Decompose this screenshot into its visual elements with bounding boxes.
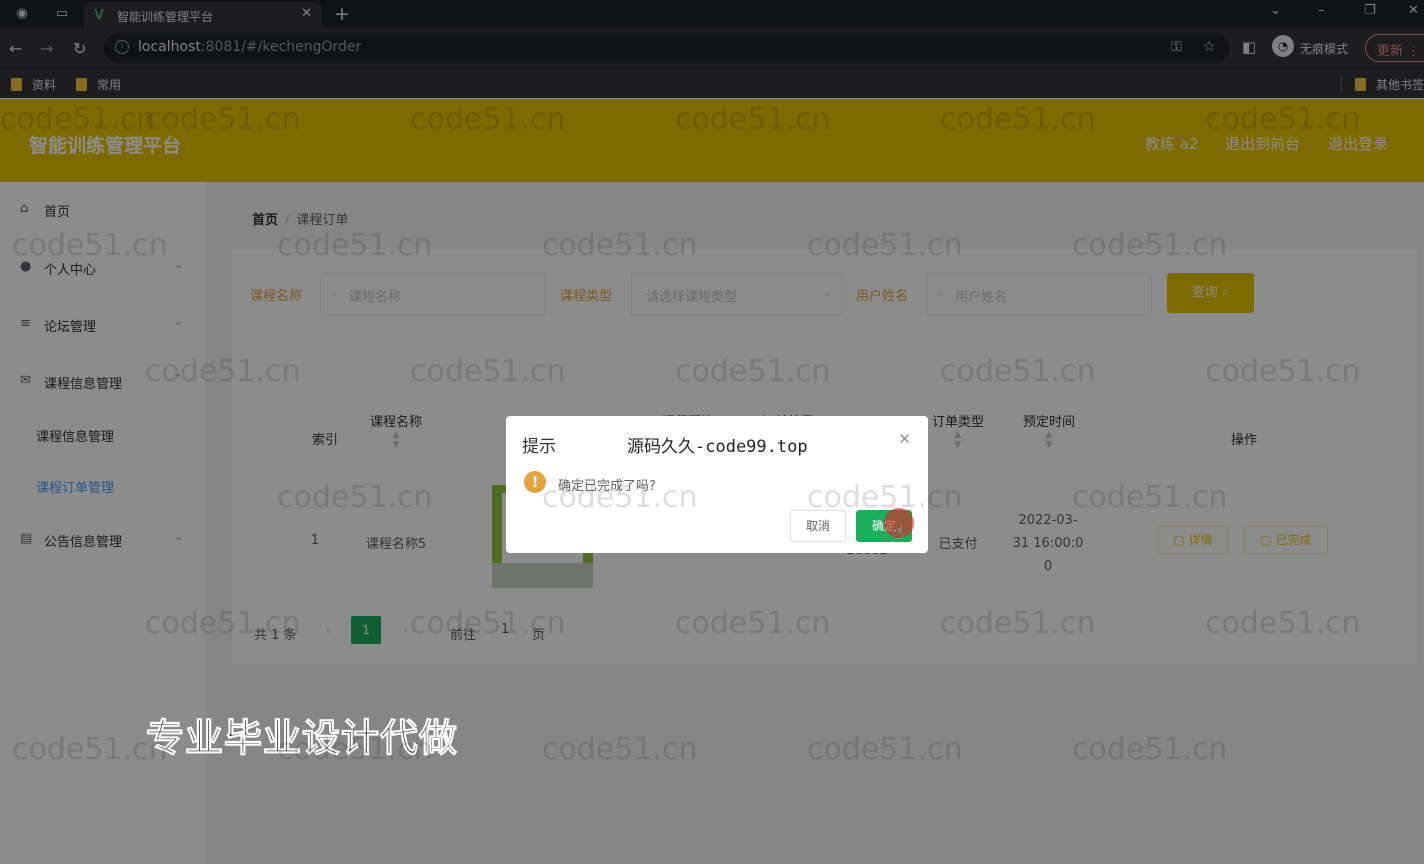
- source-tag-overlay: 源码久久-code99.top: [627, 437, 808, 457]
- dialog-message: 确定已完成了吗?: [558, 479, 656, 494]
- close-icon[interactable]: ✕: [898, 430, 911, 448]
- warning-icon: !: [524, 471, 546, 493]
- dialog-title: 提示: [522, 437, 556, 457]
- tagline-overlay: 专业毕业设计代做: [145, 716, 459, 761]
- hand-cursor-icon: ☝: [892, 520, 905, 544]
- cancel-button[interactable]: 取消: [790, 510, 846, 542]
